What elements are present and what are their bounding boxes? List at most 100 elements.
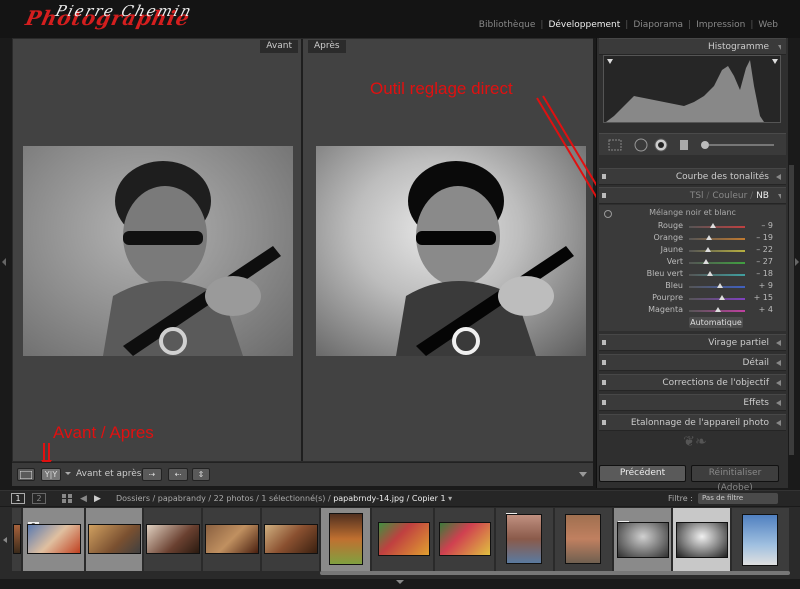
filmstrip-cell[interactable] (262, 508, 320, 571)
bw-slider-value[interactable]: – 27 (749, 257, 773, 266)
left-panel-toggle-icon[interactable] (2, 258, 6, 266)
bw-slider-thumb[interactable] (706, 235, 713, 240)
histogram[interactable] (603, 55, 781, 123)
before-after-view-button[interactable]: Y|Y (41, 468, 61, 481)
bw-slider-thumb[interactable] (706, 271, 713, 276)
bw-slider-value[interactable]: + 4 (749, 305, 773, 314)
bw-slider-track[interactable] (689, 250, 745, 252)
toolbar-menu-icon[interactable] (579, 472, 587, 477)
bw-slider-track[interactable] (689, 238, 745, 240)
module-develop[interactable]: Développement (548, 20, 620, 30)
module-library[interactable]: Bibliothèque (479, 20, 536, 30)
filmstrip-cell[interactable] (435, 508, 495, 571)
tab-separator: / (706, 191, 710, 201)
bw-slider-thumb[interactable] (719, 295, 726, 300)
chevron-down-icon[interactable]: ▾ (448, 494, 452, 503)
bw-slider-value[interactable]: + 9 (749, 281, 773, 290)
bw-slider-label: Pourpre (652, 293, 683, 302)
split-toning-header[interactable]: Virage partiel (599, 334, 786, 351)
filmstrip-breadcrumb[interactable]: Dossiers / papabrandy / 22 photos / 1 sé… (116, 494, 452, 503)
filmstrip-toggle-icon[interactable] (396, 580, 404, 584)
histogram-header[interactable]: Histogramme (599, 38, 786, 55)
panel-switch-icon[interactable] (602, 420, 606, 425)
filmstrip-cell[interactable] (555, 508, 613, 571)
auto-button[interactable]: Automatique (689, 317, 743, 328)
effects-title: Effets (743, 398, 769, 408)
tab-hsl[interactable]: TSl (690, 191, 704, 201)
bw-slider-row: Jaune – 22 (599, 245, 786, 257)
camera-calibration-header[interactable]: Etalonnage de l'appareil photo (599, 414, 786, 431)
copy-after-to-before-button[interactable]: ⇠ (168, 468, 188, 481)
swap-before-after-button[interactable]: ⇕ (192, 468, 210, 481)
panel-switch-icon[interactable] (602, 174, 606, 179)
filmstrip-cell[interactable] (86, 508, 143, 571)
filmstrip-cell[interactable] (12, 508, 22, 571)
lens-corrections-title: Corrections de l'objectif (662, 378, 769, 388)
bw-slider-value[interactable]: – 9 (749, 221, 773, 230)
before-photo[interactable] (23, 146, 293, 356)
expand-icon (776, 360, 781, 366)
back-arrow-icon[interactable]: ◀ (80, 494, 87, 504)
shadow-clipping-icon (607, 59, 613, 64)
view-dropdown-icon[interactable] (65, 472, 71, 475)
lens-corrections-header[interactable]: Corrections de l'objectif (599, 374, 786, 391)
bw-slider-thumb[interactable] (705, 247, 712, 252)
filmstrip-cell-active[interactable] (673, 508, 731, 571)
filmstrip-cell[interactable]: 2 (614, 508, 672, 571)
split-toning-title: Virage partiel (708, 338, 769, 348)
right-panel-toggle-icon[interactable] (795, 258, 799, 266)
copy-before-to-after-button[interactable]: ⇢ (142, 468, 162, 481)
bw-slider-track[interactable] (689, 298, 745, 300)
filmstrip-cell[interactable] (203, 508, 261, 571)
filmstrip-scrollbar[interactable] (320, 571, 790, 575)
grid-view-icon[interactable] (62, 494, 72, 503)
detail-header[interactable]: Détail (599, 354, 786, 371)
loupe-view-button[interactable] (17, 468, 35, 481)
bw-slider-thumb[interactable] (715, 307, 722, 312)
bw-slider-value[interactable]: – 19 (749, 233, 773, 242)
after-label: Après (308, 40, 346, 53)
develop-right-panel: Histogramme Courbe des tonalités TSl / C… (596, 38, 788, 488)
bw-slider-value[interactable]: – 22 (749, 245, 773, 254)
panel-switch-icon[interactable] (602, 193, 606, 198)
filmstrip-scroll-left-icon[interactable] (3, 537, 7, 543)
panel-switch-icon[interactable] (602, 360, 606, 365)
bw-slider-track[interactable] (689, 262, 745, 264)
bw-slider-thumb[interactable] (709, 223, 716, 228)
bw-slider-track[interactable] (689, 274, 745, 276)
second-window-button[interactable]: 2 (32, 493, 46, 504)
module-web[interactable]: Web (758, 20, 778, 30)
filmstrip-cell[interactable]: 2 (496, 508, 554, 571)
bw-slider-thumb[interactable] (703, 259, 710, 264)
forward-arrow-icon[interactable]: ▶ (94, 494, 101, 504)
bw-slider-label: Bleu (665, 281, 683, 290)
module-print[interactable]: Impression (696, 20, 745, 30)
bw-slider-value[interactable]: + 15 (749, 293, 773, 302)
collapse-icon (778, 45, 781, 50)
panel-switch-icon[interactable] (602, 340, 606, 345)
filmstrip-cell[interactable] (732, 508, 790, 571)
bw-slider-value[interactable]: – 18 (749, 269, 773, 278)
right-panel-scrollbar[interactable] (789, 165, 794, 455)
filmstrip-cell[interactable] (321, 508, 371, 571)
tab-color[interactable]: Couleur (712, 191, 747, 201)
reset-button[interactable]: Réinitialiser (Adobe) (691, 465, 779, 493)
main-window-button[interactable]: 1 (11, 493, 25, 504)
hsl-color-bw-header[interactable]: TSl / Couleur / NB (599, 187, 786, 204)
filmstrip-cell[interactable] (144, 508, 202, 571)
after-photo[interactable] (316, 146, 586, 356)
tab-bw[interactable]: NB (756, 191, 769, 201)
previous-button[interactable]: Précédent (599, 465, 686, 482)
filmstrip-cell[interactable]: 2 (23, 508, 85, 571)
bw-slider-row: Pourpre + 15 (599, 293, 786, 305)
filter-select[interactable]: Pas de filtre (698, 493, 778, 504)
module-separator: | (625, 20, 629, 30)
bw-slider-track[interactable] (689, 226, 745, 228)
module-slideshow[interactable]: Diaporama (633, 20, 683, 30)
effects-header[interactable]: Effets (599, 394, 786, 411)
filmstrip-cell[interactable] (372, 508, 434, 571)
tone-curve-header[interactable]: Courbe des tonalités (599, 168, 786, 185)
panel-switch-icon[interactable] (602, 380, 606, 385)
panel-switch-icon[interactable] (602, 400, 606, 405)
bw-slider-thumb[interactable] (716, 283, 723, 288)
